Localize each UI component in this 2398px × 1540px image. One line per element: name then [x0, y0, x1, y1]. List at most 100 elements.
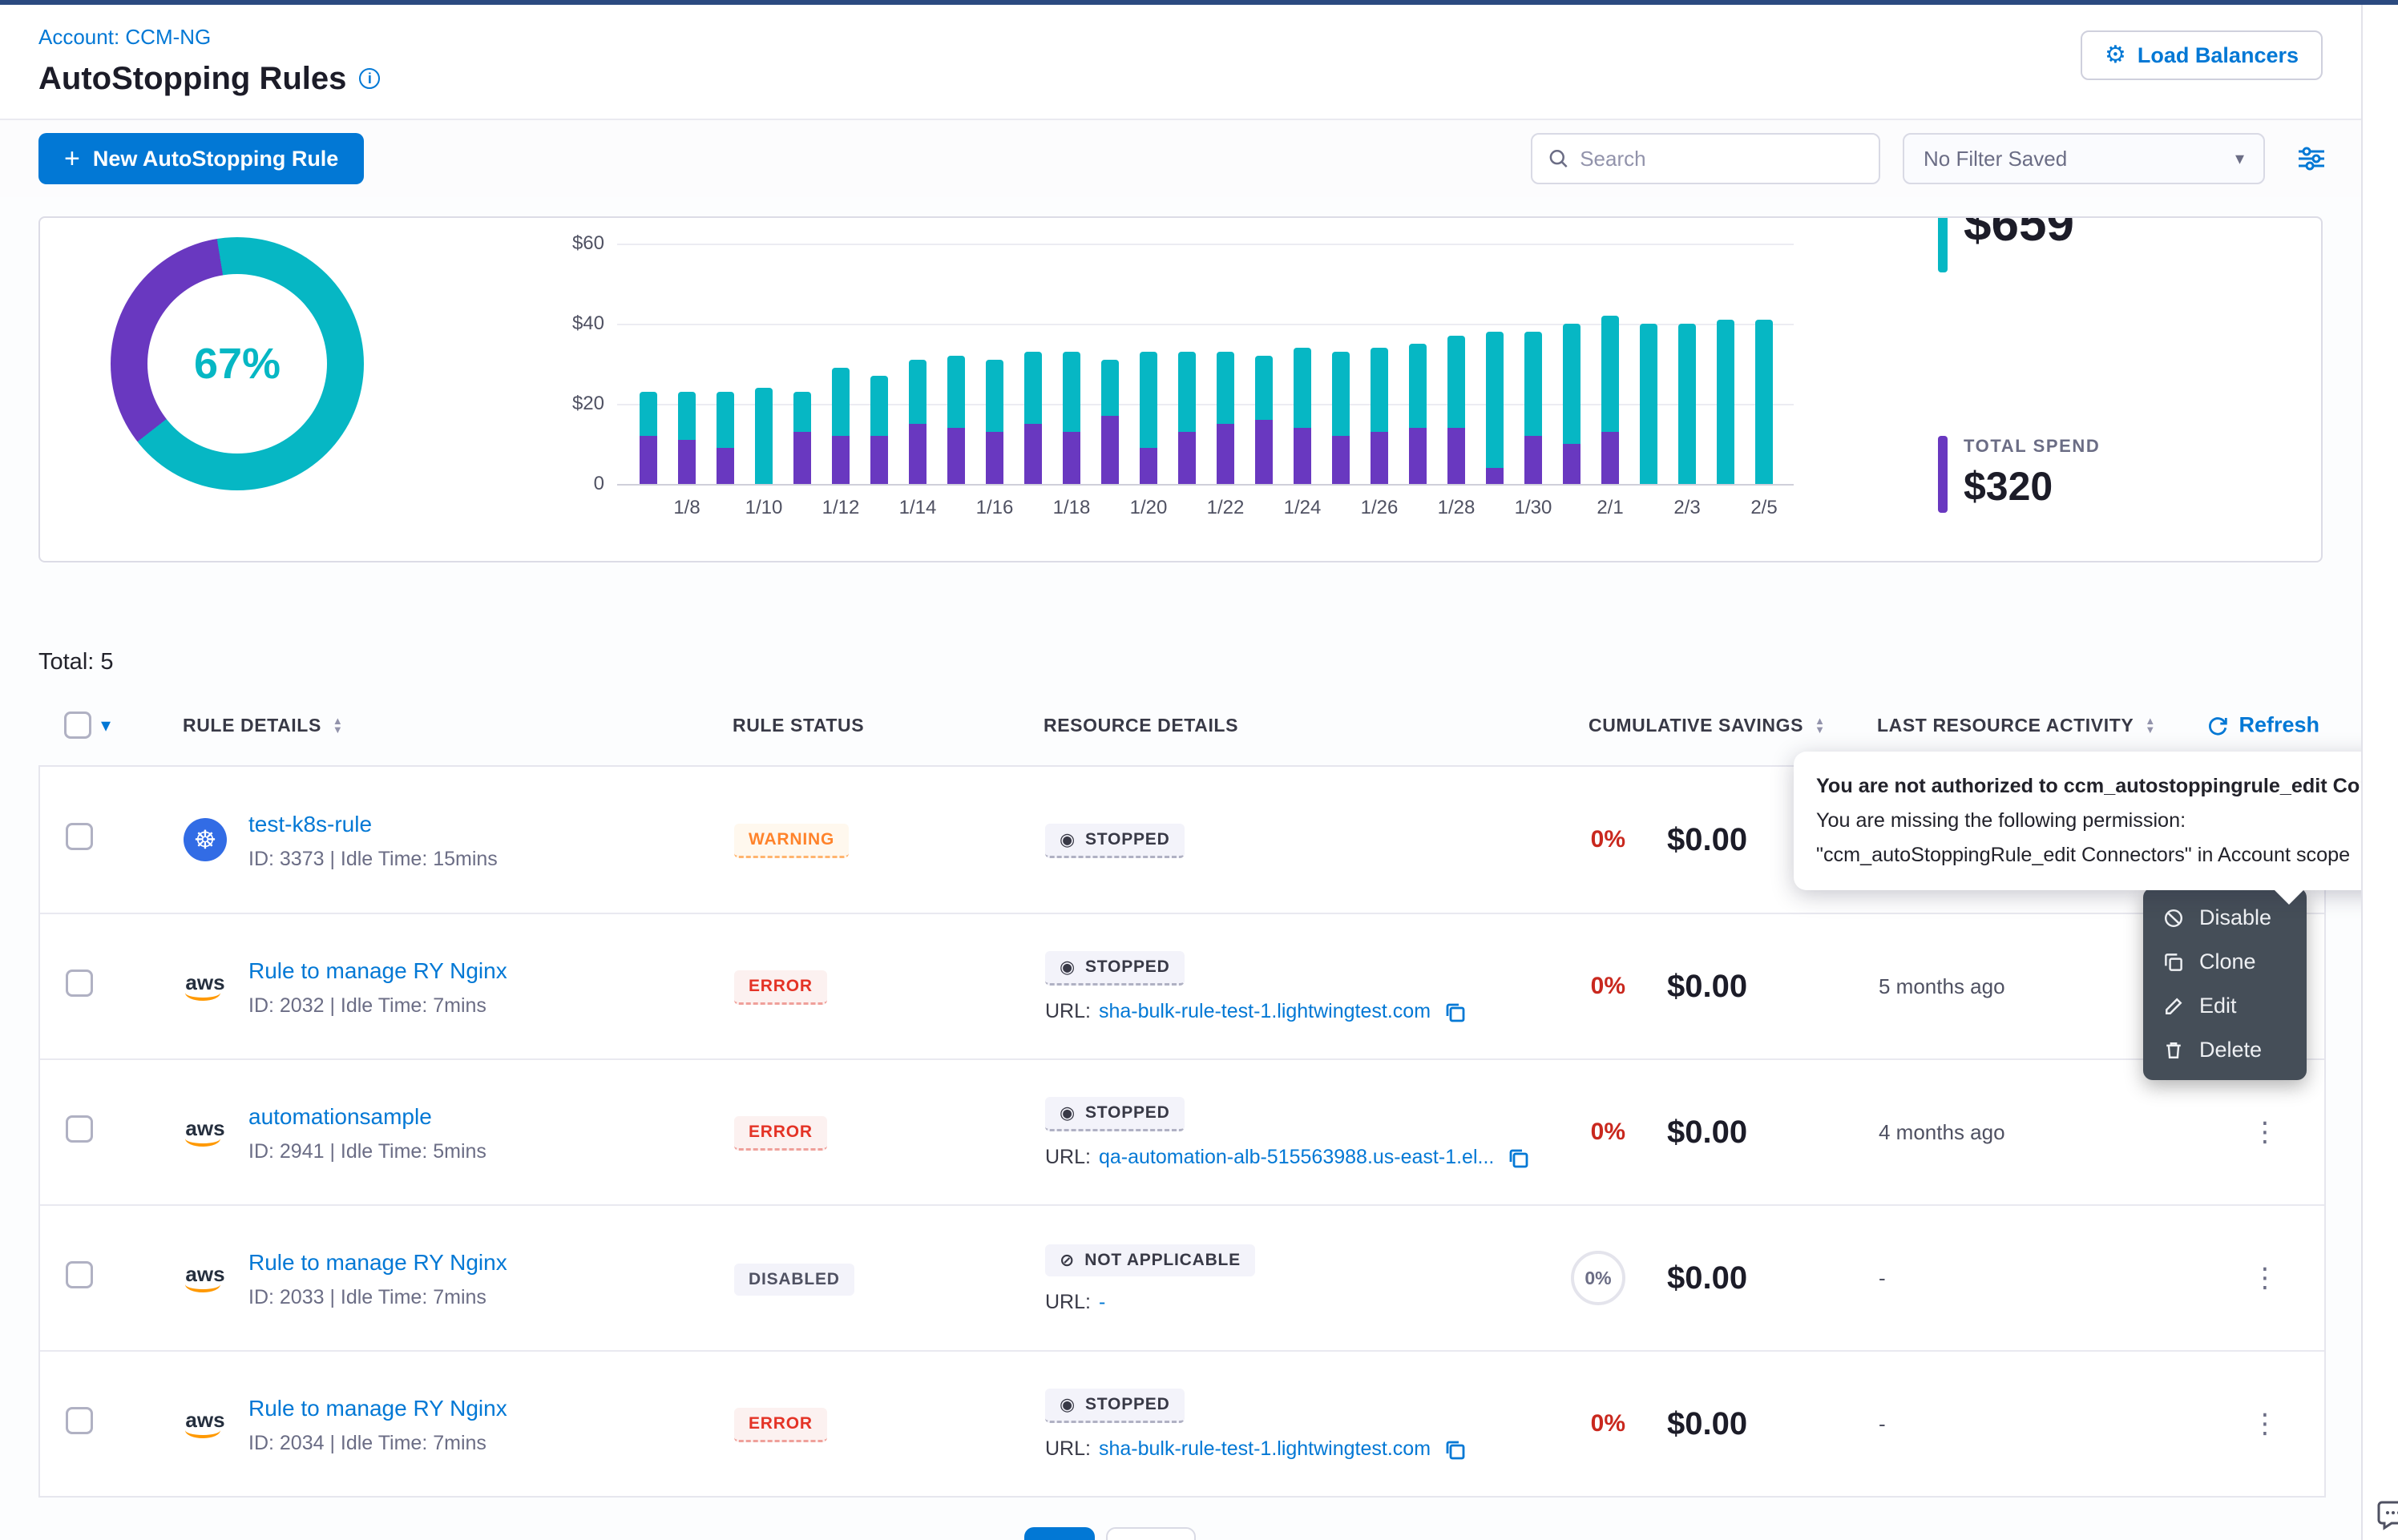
- total-spend-label: TOTAL SPEND: [1964, 436, 2100, 457]
- chart-bar: [1101, 360, 1119, 484]
- chevron-down-icon[interactable]: ▾: [101, 714, 111, 737]
- delete-icon: [2162, 1039, 2185, 1062]
- kebab-menu-icon[interactable]: ⋮: [2251, 1409, 2279, 1439]
- rule-status-badge: ERROR: [734, 1408, 827, 1442]
- menu-item-delete[interactable]: Delete: [2143, 1028, 2307, 1072]
- last-activity: -: [1843, 1266, 2230, 1291]
- search-box[interactable]: [1531, 133, 1880, 184]
- y-tick-label: $60: [537, 232, 604, 255]
- new-autostopping-rule-button[interactable]: + New AutoStopping Rule: [38, 133, 364, 184]
- sort-icon[interactable]: ▲▼: [1815, 716, 1825, 734]
- resource-url-link[interactable]: -: [1099, 1291, 1105, 1314]
- chevron-down-icon: ▾: [2235, 148, 2244, 169]
- chart-bar: [1524, 332, 1542, 484]
- menu-item-edit[interactable]: Edit: [2143, 984, 2307, 1028]
- col-rule-details: RULE DETAILS: [183, 715, 321, 736]
- row-checkbox[interactable]: [66, 970, 93, 997]
- row-checkbox[interactable]: [66, 1261, 93, 1288]
- chart-bar: [909, 360, 926, 484]
- tooltip-line-3: "ccm_autoStoppingRule_edit Connectors" i…: [1816, 838, 2363, 873]
- permission-tooltip: You are not authorized to ccm_autostoppi…: [1794, 752, 2363, 890]
- search-input[interactable]: [1580, 147, 1863, 171]
- y-tick-label: 0: [537, 473, 604, 495]
- row-checkbox[interactable]: [66, 823, 93, 850]
- chart-bar: [1217, 352, 1234, 484]
- rule-meta: ID: 2032 | Idle Time: 7mins: [248, 994, 507, 1018]
- copy-icon[interactable]: [1443, 1001, 1466, 1023]
- total-savings-legend: $659: [1938, 216, 2074, 272]
- pagination-current-page[interactable]: [1024, 1527, 1095, 1540]
- refresh-button[interactable]: Refresh: [2206, 713, 2319, 738]
- rule-meta: ID: 2941 | Idle Time: 5mins: [248, 1140, 486, 1163]
- x-tick-label: 1/26: [1361, 497, 1399, 519]
- total-count: Total: 5: [38, 649, 2323, 675]
- chart-bar: [947, 356, 965, 484]
- url-label: URL:: [1045, 1000, 1091, 1023]
- row-checkbox[interactable]: [66, 1407, 93, 1434]
- row-checkbox[interactable]: [66, 1115, 93, 1143]
- tooltip-line-1: You are not authorized to ccm_autostoppi…: [1816, 769, 2363, 804]
- resource-state-badge: ◉STOPPED: [1045, 951, 1185, 986]
- filter-button[interactable]: [2297, 146, 2326, 171]
- info-icon[interactable]: [359, 68, 380, 89]
- row-actions-menu: DisableCloneEditDelete: [2143, 888, 2307, 1080]
- resource-url-link[interactable]: qa-automation-alb-515563988.us-east-1.el…: [1099, 1146, 1494, 1169]
- plus-icon: +: [64, 145, 80, 172]
- rule-name-link[interactable]: automationsample: [248, 1104, 432, 1129]
- spend-bar-chart: $60$40$2001/81/101/121/141/161/181/201/2…: [617, 244, 1794, 484]
- tooltip-line-2: You are missing the following permission…: [1816, 804, 2363, 838]
- sort-icon[interactable]: ▲▼: [333, 716, 343, 734]
- rule-status-badge: ERROR: [734, 970, 827, 1005]
- url-label: URL:: [1045, 1146, 1091, 1169]
- toolbar: + New AutoStopping Rule No Filter Saved …: [0, 120, 2361, 197]
- resource-url-link[interactable]: sha-bulk-rule-test-1.lightwingtest.com: [1099, 1000, 1431, 1023]
- x-tick-label: 1/12: [822, 497, 860, 519]
- state-icon: ⊘: [1060, 1252, 1075, 1269]
- y-tick-label: $20: [537, 393, 604, 415]
- donut-percent-label: 67%: [194, 339, 281, 389]
- menu-item-label: Clone: [2199, 949, 2256, 974]
- x-axis-line: [617, 484, 1794, 486]
- savings-amount: $0.00: [1667, 1115, 1747, 1151]
- table-row: aws Rule to manage RY Nginx ID: 2034 | I…: [40, 1350, 2324, 1496]
- sort-icon[interactable]: ▲▼: [2145, 716, 2155, 734]
- chart-bar: [832, 368, 850, 484]
- x-tick-label: 1/28: [1438, 497, 1476, 519]
- disable-icon: [2162, 907, 2185, 929]
- rule-meta: ID: 2033 | Idle Time: 7mins: [248, 1286, 507, 1309]
- filter-sliders-icon: [2297, 146, 2326, 171]
- last-activity: 4 months ago: [1843, 1120, 2230, 1145]
- total-spend-value: $320: [1964, 463, 2100, 510]
- chart-bar: [1024, 352, 1042, 484]
- resource-state-badge: ◉STOPPED: [1045, 1097, 1185, 1131]
- rule-name-link[interactable]: Rule to manage RY Nginx: [248, 958, 507, 983]
- menu-item-clone[interactable]: Clone: [2143, 940, 2307, 984]
- rule-name-link[interactable]: test-k8s-rule: [248, 812, 372, 837]
- savings-percent: 0%: [1571, 973, 1625, 1000]
- x-tick-label: 1/10: [745, 497, 783, 519]
- chat-help-button[interactable]: [2376, 1497, 2398, 1538]
- kebab-menu-icon[interactable]: ⋮: [2251, 1263, 2279, 1293]
- load-balancers-button[interactable]: ⚙ Load Balancers: [2081, 30, 2323, 80]
- select-all-checkbox[interactable]: [64, 712, 91, 739]
- page-header: Account: CCM-NG AutoStopping Rules ⚙ Loa…: [0, 5, 2361, 120]
- chat-bubble-icon: [2376, 1497, 2398, 1532]
- savings-amount: $0.00: [1667, 1260, 1747, 1296]
- copy-icon[interactable]: [1507, 1147, 1529, 1169]
- saved-filter-dropdown[interactable]: No Filter Saved ▾: [1903, 133, 2265, 184]
- chart-bar: [678, 392, 696, 484]
- chart-bar: [986, 360, 1003, 484]
- copy-icon[interactable]: [1443, 1438, 1466, 1461]
- account-breadcrumb[interactable]: Account: CCM-NG: [38, 25, 211, 50]
- rule-name-link[interactable]: Rule to manage RY Nginx: [248, 1396, 507, 1421]
- resource-url-link[interactable]: sha-bulk-rule-test-1.lightwingtest.com: [1099, 1437, 1431, 1461]
- resource-state-badge: ⊘NOT APPLICABLE: [1045, 1244, 1255, 1276]
- kebab-menu-icon[interactable]: ⋮: [2251, 1117, 2279, 1147]
- pagination-next-page[interactable]: [1106, 1527, 1196, 1540]
- col-rule-status: RULE STATUS: [733, 715, 864, 736]
- savings-percent: 0%: [1571, 1251, 1625, 1305]
- rule-name-link[interactable]: Rule to manage RY Nginx: [248, 1250, 507, 1275]
- table-row: aws automationsample ID: 2941 | Idle Tim…: [40, 1058, 2324, 1204]
- chart-bar: [1140, 352, 1157, 484]
- chart-bar: [1409, 344, 1427, 484]
